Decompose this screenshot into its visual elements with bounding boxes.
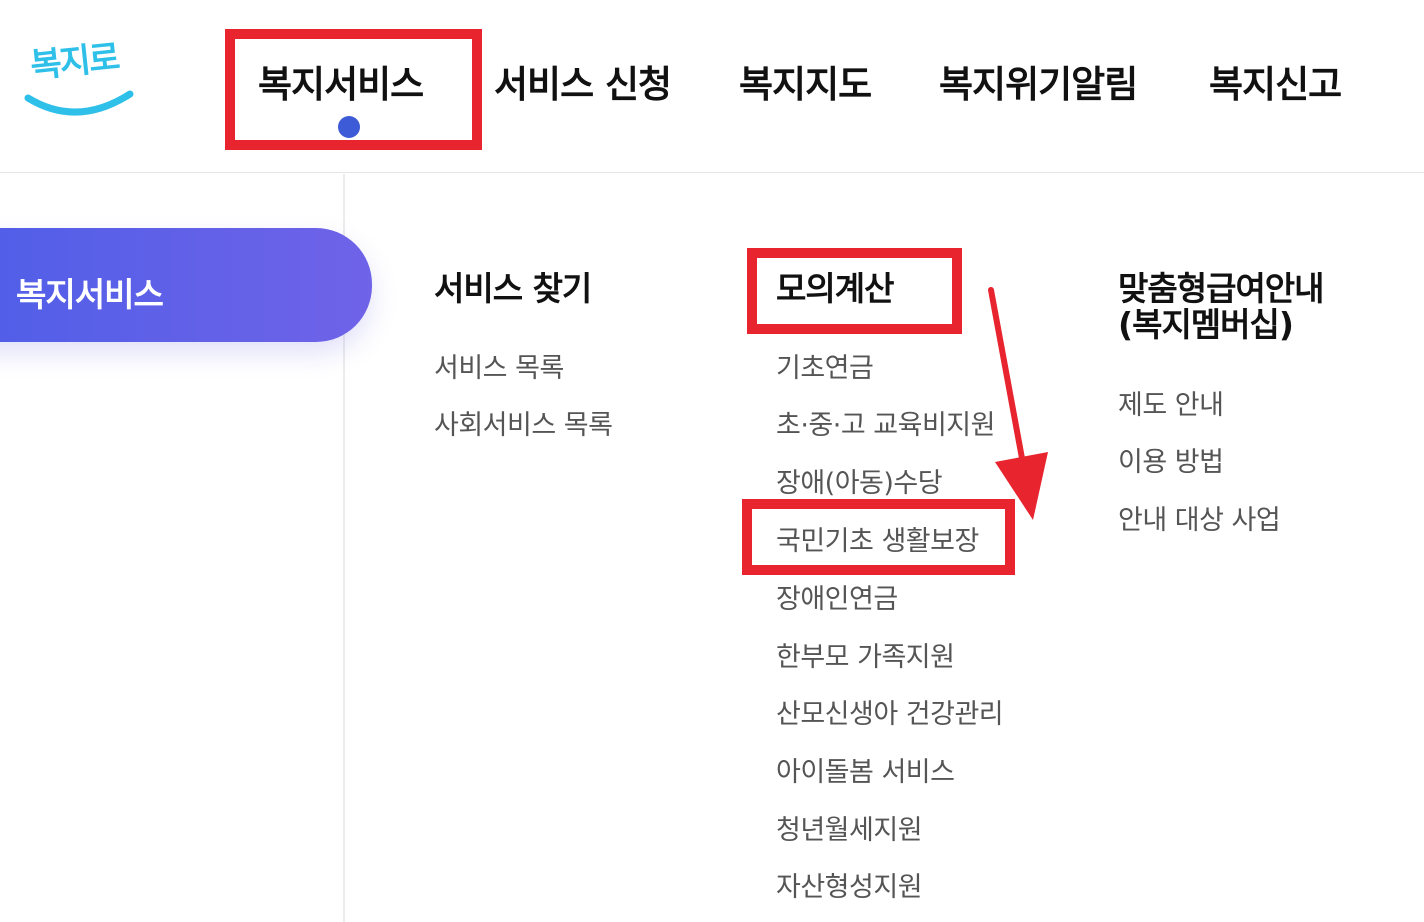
site-logo[interactable]: 복지로: [22, 28, 137, 123]
menu-link-education-support[interactable]: 초·중·고 교육비지원: [776, 403, 995, 442]
menu-link-single-parent[interactable]: 한부모 가족지원: [776, 635, 955, 674]
menu-link-system-guide[interactable]: 제도 안내: [1118, 383, 1224, 422]
menu-col-membership-title-line2: (복지멤버십): [1118, 305, 1294, 344]
menu-link-youth-rent[interactable]: 청년월세지원: [776, 808, 923, 847]
menu-link-childcare-service[interactable]: 아이돌봄 서비스: [776, 750, 955, 789]
menu-link-maternity-care[interactable]: 산모신생아 건강관리: [776, 692, 1004, 731]
menu-link-target-programs[interactable]: 안내 대상 사업: [1118, 498, 1281, 537]
menu-link-social-service-list[interactable]: 사회서비스 목록: [434, 403, 613, 442]
menu-col-mock-calc-title: 모의계산: [776, 269, 894, 308]
menu-col-service-find-title: 서비스 찾기: [434, 269, 592, 308]
menu-link-disability-pension[interactable]: 장애인연금: [776, 577, 898, 616]
gnb-welfare-report[interactable]: 복지신고: [1209, 54, 1342, 108]
gnb-crisis-alert[interactable]: 복지위기알림: [939, 54, 1138, 108]
gnb-welfare-map[interactable]: 복지지도: [739, 54, 872, 108]
menu-link-how-to-use[interactable]: 이용 방법: [1118, 440, 1224, 479]
menu-link-service-list[interactable]: 서비스 목록: [434, 346, 564, 385]
menu-col-membership-title: 맞춤형급여안내 (복지멤버십): [1118, 269, 1325, 344]
menu-link-basic-pension[interactable]: 기초연금: [776, 346, 874, 385]
menu-link-asset-building[interactable]: 자산형성지원: [776, 865, 923, 904]
menu-link-basic-livelihood[interactable]: 국민기초 생활보장: [776, 519, 979, 558]
menu-link-disabled-child-allowance[interactable]: 장애(아동)수당: [776, 461, 943, 500]
sidebar-active-label: 복지서비스: [16, 275, 164, 314]
site-header: 복지로 복지서비스 서비스 신청 복지지도 복지위기알림 복지신고: [0, 0, 1424, 173]
gnb-service-apply[interactable]: 서비스 신청: [494, 54, 672, 108]
active-indicator-dot: [338, 116, 360, 138]
gnb-welfare-service[interactable]: 복지서비스: [258, 54, 424, 108]
logo-text: 복지로: [28, 37, 121, 87]
menu-col-membership-title-line1: 맞춤형급여안내: [1118, 269, 1325, 308]
